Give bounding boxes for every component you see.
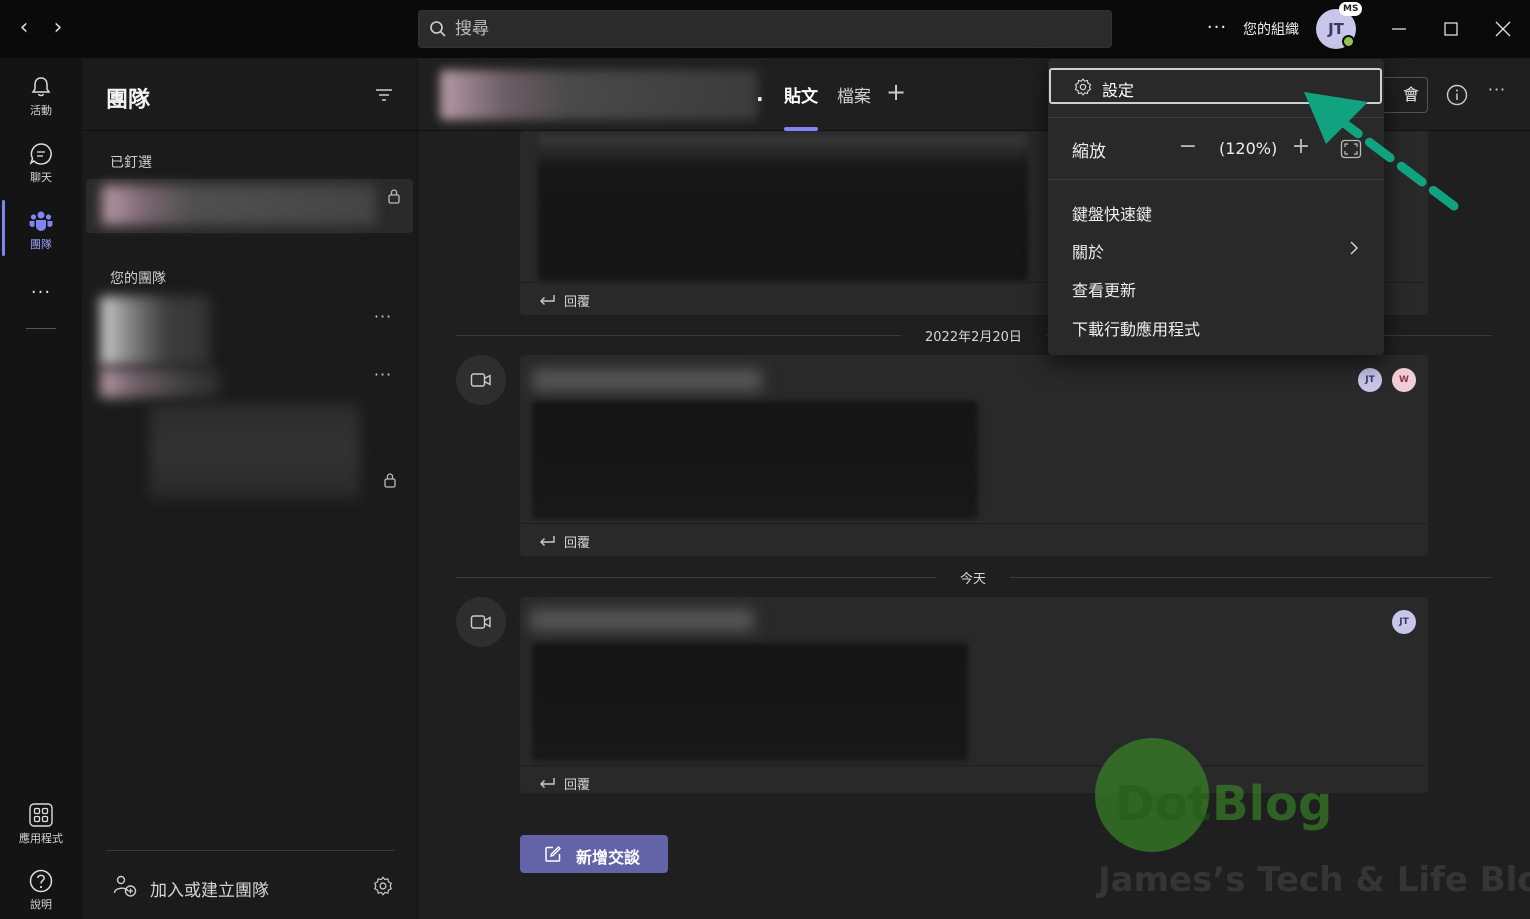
new-conversation-button[interactable]: 新增交談 [520,835,668,873]
blurred-post-title [530,609,754,631]
search-icon [430,21,446,37]
meeting-avatar [456,355,506,405]
date-label: 今天 [936,568,1011,587]
maximize-icon[interactable] [1436,14,1466,44]
channel-title-ellipsis: . [756,82,764,106]
blurred-team-1[interactable] [100,296,210,366]
video-camera-icon [470,373,491,387]
meeting-avatar [456,597,506,647]
presence-available-icon [1342,35,1355,48]
rail-item-help[interactable]: 說明 [0,858,82,918]
your-teams-section-label: 您的團隊 [110,271,166,287]
rail-item-activity[interactable]: 活動 [0,64,82,124]
download-mobile-app-menu-item[interactable]: 下載行動應用程式 [1072,316,1362,340]
check-updates-menu-item[interactable]: 查看更新 [1072,277,1362,301]
reply-label: 回覆 [564,536,591,551]
new-conversation-label: 新增交談 [576,848,641,867]
team-more-options-icon[interactable]: ··· [371,309,395,330]
blurred-meeting-card [532,643,968,761]
rail-label-help: 說明 [30,898,52,911]
rail-label-chat: 聊天 [30,171,52,184]
forward-arrow-icon[interactable]: › [44,14,72,42]
blurred-team-2[interactable] [100,368,220,398]
about-menu-item[interactable]: 關於 [1072,239,1362,263]
app-rail: 活動 聊天 團隊 ··· 應用程式 說明 [0,58,82,919]
reply-arrow-icon [540,295,555,305]
rail-item-teams[interactable]: 團隊 [0,198,82,258]
rail-label-teams: 團隊 [30,238,52,251]
minimize-icon[interactable] [1384,14,1414,44]
help-icon [29,869,53,893]
org-name[interactable]: 您的組織 [1243,19,1299,39]
apps-icon [29,803,53,827]
rail-item-chat[interactable]: 聊天 [0,131,82,191]
filter-icon[interactable] [373,84,395,106]
teams-pane-header: 團隊 [82,58,418,131]
rail-label-apps: 應用程式 [19,832,63,845]
add-team-icon [113,875,137,897]
zoom-out-minus-icon[interactable]: − [1175,135,1201,161]
blurred-meeting-card [538,135,1028,281]
participant-avatar[interactable]: JT [1392,610,1416,634]
reply-arrow-icon [540,778,555,788]
watermark-subtitle: James’s Tech & Life Blog [1098,860,1530,900]
search-box[interactable] [418,10,1112,48]
page-title: 團隊 [106,88,151,113]
rail-divider [26,328,56,329]
settings-gear-icon [1074,78,1092,96]
zoom-value: (120%) [1219,139,1278,158]
date-label: 2022年2月20日 [901,326,1046,345]
post-card[interactable]: JT 回覆 [520,597,1428,793]
channel-more-options-icon[interactable]: ··· [1483,82,1511,104]
rail-more-apps-icon[interactable]: ··· [26,282,56,303]
compose-icon [545,846,561,862]
post-card[interactable]: JT W 回覆 [520,355,1428,556]
chat-icon [29,143,52,165]
reply-label: 回覆 [564,778,591,793]
back-arrow-icon[interactable]: ‹ [10,14,38,42]
rail-label-activity: 活動 [30,104,52,117]
chevron-right-icon [1350,241,1359,255]
tab-files[interactable]: 檔案 [837,82,871,107]
watermark-blog: Blog [1212,776,1333,832]
blurred-channel-list[interactable] [150,404,360,498]
reply-button[interactable]: 回覆 [520,523,1428,556]
search-input[interactable] [455,11,1095,47]
pinned-section-label: 已釘選 [110,155,152,171]
teams-list-pane: 團隊 已釘選 您的團隊 ··· ··· 加入或建立團隊 [82,58,418,919]
more-options-icon[interactable]: ··· [1203,14,1231,42]
tab-posts[interactable]: 貼文 [784,82,818,107]
bell-icon [31,77,51,97]
participant-avatar[interactable]: W [1392,368,1416,392]
annotation-arrow-icon [1304,92,1459,211]
pane-divider [106,850,394,851]
zoom-label: 縮放 [1072,142,1106,162]
pinned-channel-item[interactable] [86,179,413,233]
blurred-channel-title [440,70,758,120]
close-icon[interactable] [1488,14,1518,44]
reply-label: 回覆 [564,295,591,310]
rail-item-apps[interactable]: 應用程式 [0,792,82,852]
lock-icon [388,189,400,204]
blurred-channel-name [102,185,376,225]
lock-icon [384,473,396,488]
blurred-meeting-card [532,401,978,519]
teams-icon [29,211,53,231]
video-camera-icon [470,615,491,629]
avatar-org-badge: MS [1339,2,1363,16]
participant-avatar[interactable]: JT [1358,368,1382,392]
settings-label: 設定 [1102,81,1135,100]
join-or-create-team-label: 加入或建立團隊 [150,881,269,901]
title-bar: ‹ › ··· 您的組織 JT MS [0,0,1530,58]
add-tab-plus-icon[interactable]: + [886,80,906,104]
watermark-dot: Dot [1115,776,1211,832]
reply-arrow-icon [540,536,555,546]
join-or-create-team-button[interactable]: 加入或建立團隊 [112,870,382,902]
blurred-post-title [532,369,762,391]
team-more-options-icon[interactable]: ··· [371,367,395,388]
manage-teams-gear-icon[interactable] [372,875,394,897]
